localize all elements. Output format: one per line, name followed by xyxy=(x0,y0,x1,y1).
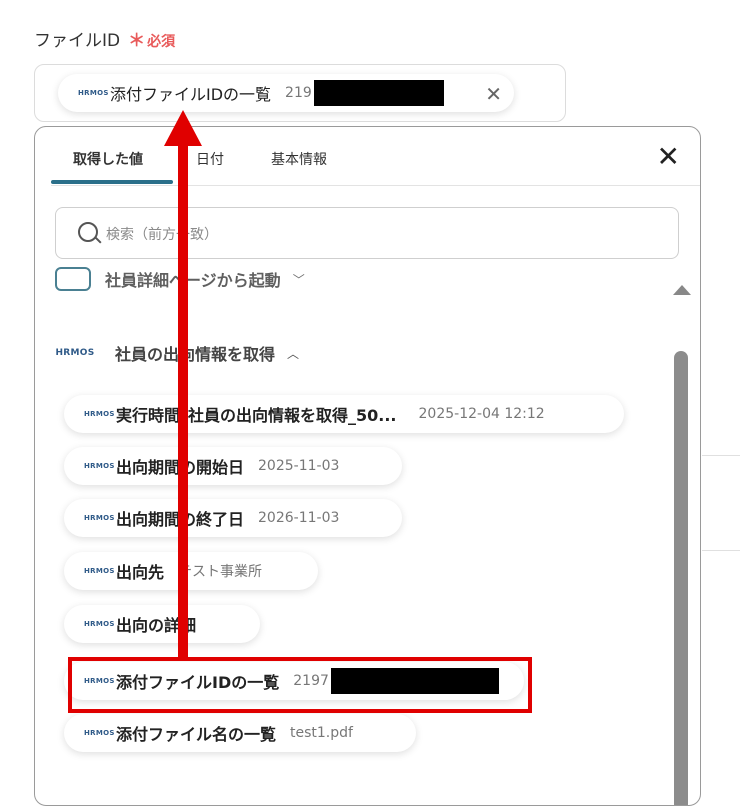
scrollbar-thumb[interactable] xyxy=(674,351,688,805)
list-item[interactable]: HRMOS 出向期間の終了日 2026-11-03 xyxy=(64,499,402,537)
close-icon[interactable]: ✕ xyxy=(657,143,680,171)
annotation-arrow-head xyxy=(164,110,202,146)
item-label: 出向先 xyxy=(116,563,165,582)
annotation-highlight-box xyxy=(68,657,532,713)
hrmos-logo-icon: HRMOS xyxy=(84,514,115,522)
tab-date[interactable]: 日付 xyxy=(196,149,224,169)
tab-bar: 取得した値 日付 基本情報 xyxy=(51,127,700,186)
search-icon xyxy=(78,222,98,242)
chip-value: 219 xyxy=(285,85,312,101)
scroll-up-icon[interactable] xyxy=(673,285,691,295)
required-asterisk: ＊ xyxy=(128,31,146,51)
list-item[interactable]: HRMOS 実行時間_社員の出向情報を取得_50... 2025-12-04 1… xyxy=(64,395,624,433)
item-value: テスト事業所 xyxy=(178,564,263,580)
background-divider xyxy=(702,550,740,551)
search-input[interactable]: 検索（前方一致） xyxy=(55,207,679,259)
chevron-down-icon: ﹀ xyxy=(292,272,305,287)
item-value: test1.pdf xyxy=(290,725,353,741)
group-label: 社員の出向情報を取得 xyxy=(115,345,276,364)
list-item[interactable]: HRMOS 出向先 テスト事業所 xyxy=(64,552,318,590)
hrmos-logo-icon: HRMOS xyxy=(84,567,115,575)
annotation-arrow xyxy=(178,140,188,658)
scrollbar[interactable] xyxy=(671,277,691,805)
tab-acquired-values[interactable]: 取得した値 xyxy=(73,149,143,169)
chip-label: 添付ファイルIDの一覧 xyxy=(110,85,272,104)
list-item[interactable]: HRMOS 添付ファイル名の一覧 test1.pdf xyxy=(64,714,416,752)
field-label: ファイルID ＊必須 xyxy=(34,26,175,51)
item-value: 2026-11-03 xyxy=(258,510,340,526)
selected-value-chip[interactable]: HRMOS 添付ファイルIDの一覧 219 ✕ xyxy=(58,74,514,112)
item-label: 添付ファイル名の一覧 xyxy=(116,725,277,744)
chevron-up-icon: ︿ xyxy=(287,346,300,361)
group-label: 社員詳細ページから起動 xyxy=(105,271,281,290)
puzzle-icon xyxy=(55,267,91,291)
background-divider xyxy=(702,455,740,456)
hrmos-logo-icon: HRMOS xyxy=(78,89,109,97)
required-text: 必須 xyxy=(147,34,176,50)
hrmos-logo-icon: HRMOS xyxy=(84,462,115,470)
hrmos-logo-icon: HRMOS xyxy=(55,348,95,358)
field-label-text: ファイルID xyxy=(34,31,121,51)
hrmos-logo-icon: HRMOS xyxy=(84,410,115,418)
redaction-box xyxy=(313,80,444,106)
search-placeholder: 検索（前方一致） xyxy=(106,227,218,243)
list-item[interactable]: HRMOS 出向の詳細 xyxy=(64,605,260,643)
tab-basic-info[interactable]: 基本情報 xyxy=(271,149,327,169)
item-value: 2025-11-03 xyxy=(258,458,340,474)
list-item[interactable]: HRMOS 出向期間の開始日 2025-11-03 xyxy=(64,447,402,485)
item-value: 2025-12-04 12:12 xyxy=(418,406,545,422)
hrmos-logo-icon: HRMOS xyxy=(84,620,115,628)
hrmos-logo-icon: HRMOS xyxy=(84,729,115,737)
active-tab-indicator xyxy=(51,180,173,184)
remove-chip-icon[interactable]: ✕ xyxy=(485,82,502,106)
item-label: 実行時間_社員の出向情報を取得_50... xyxy=(116,406,397,425)
